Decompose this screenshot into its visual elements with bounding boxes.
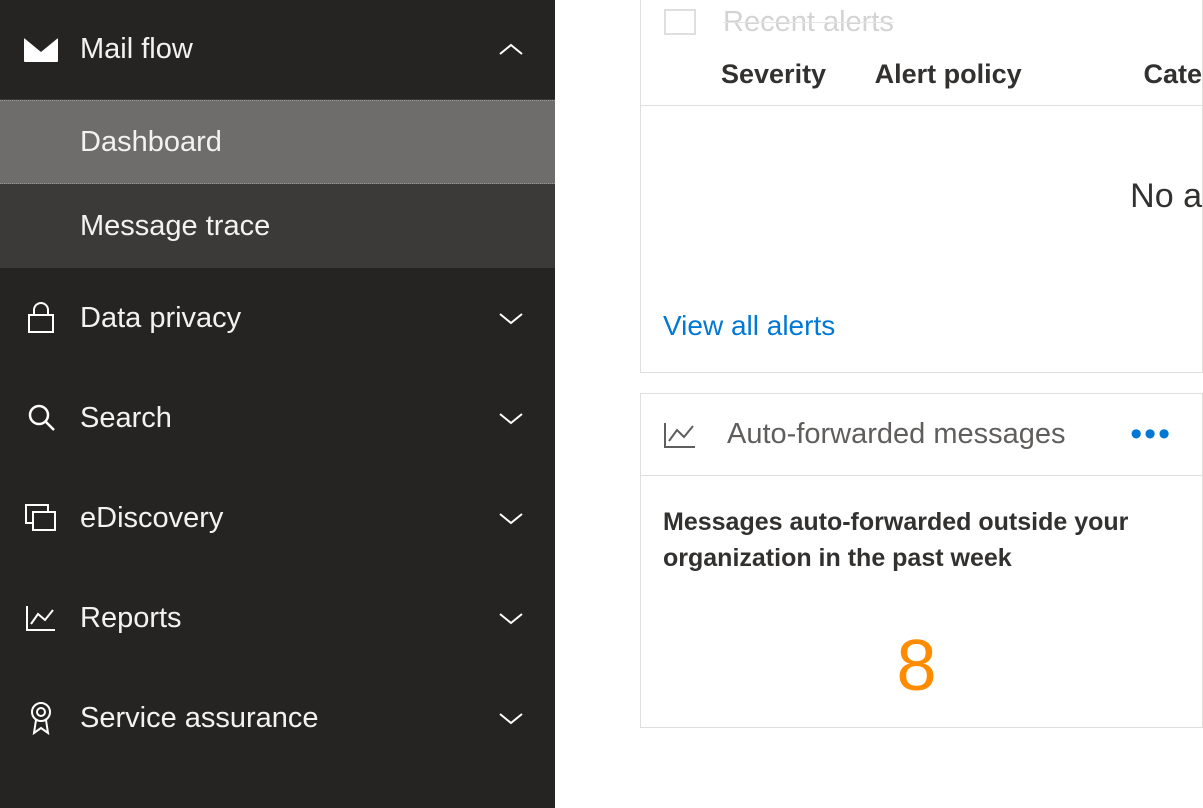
sidebar-item-label: Service assurance [80,702,491,735]
sidebar-item-reports[interactable]: Reports [0,568,555,668]
view-all-alerts-link[interactable]: View all alerts [641,286,1202,372]
reports-icon [24,604,58,632]
card-more-menu[interactable]: ••• [1122,411,1180,458]
recent-alerts-title: Recent alerts [723,6,894,39]
sidebar-item-ediscovery[interactable]: eDiscovery [0,468,555,568]
line-chart-icon [663,421,703,449]
col-severity[interactable]: Severity [721,59,875,90]
assurance-icon [24,701,58,735]
alerts-icon [663,8,703,36]
col-category[interactable]: Cate [1143,59,1202,90]
sidebar-subitem-message-trace[interactable]: Message trace [0,184,555,268]
auto-forwarded-card: Auto-forwarded messages ••• Messages aut… [640,393,1203,728]
alerts-table-header: Severity Alert policy Cate [641,44,1202,106]
sidebar-item-label: Data privacy [80,302,491,335]
sidebar-item-label: eDiscovery [80,502,491,535]
alerts-empty-state: No a [641,106,1202,286]
sidebar-item-label: Search [80,402,491,435]
sidebar-item-search[interactable]: Search [0,368,555,468]
auto-forwarded-header: Auto-forwarded messages ••• [641,394,1202,476]
auto-forwarded-description: Messages auto-forwarded outside your org… [663,504,1170,577]
sidebar-item-label: Reports [80,602,491,635]
alerts-empty-text: No a [1130,177,1202,216]
chevron-down-icon [491,310,531,326]
sidebar-subitem-dashboard[interactable]: Dashboard [0,100,555,184]
chevron-down-icon [491,510,531,526]
search-icon [24,403,58,433]
sidebar: Mail flow Dashboard Message trace Data p… [0,0,555,808]
sidebar-item-data-privacy[interactable]: Data privacy [0,268,555,368]
sidebar-item-mail-flow[interactable]: Mail flow [0,0,555,100]
auto-forwarded-count: 8 [663,625,1170,707]
auto-forwarded-title: Auto-forwarded messages [727,418,1122,451]
auto-forwarded-body: Messages auto-forwarded outside your org… [641,476,1202,727]
sidebar-item-label: Mail flow [80,33,491,66]
recent-alerts-header: Recent alerts [641,0,1202,44]
chevron-up-icon [491,42,531,58]
sidebar-subitem-label: Dashboard [80,126,222,159]
mail-icon [24,38,58,62]
sidebar-subitem-label: Message trace [80,210,270,243]
recent-alerts-card: Recent alerts Severity Alert policy Cate… [640,0,1203,373]
sidebar-item-service-assurance[interactable]: Service assurance [0,668,555,768]
chevron-down-icon [491,410,531,426]
chevron-down-icon [491,610,531,626]
chevron-down-icon [491,710,531,726]
main-content: Recent alerts Severity Alert policy Cate… [555,0,1203,808]
ediscovery-icon [24,504,58,532]
col-alert-policy[interactable]: Alert policy [875,59,1144,90]
lock-icon [24,302,58,334]
